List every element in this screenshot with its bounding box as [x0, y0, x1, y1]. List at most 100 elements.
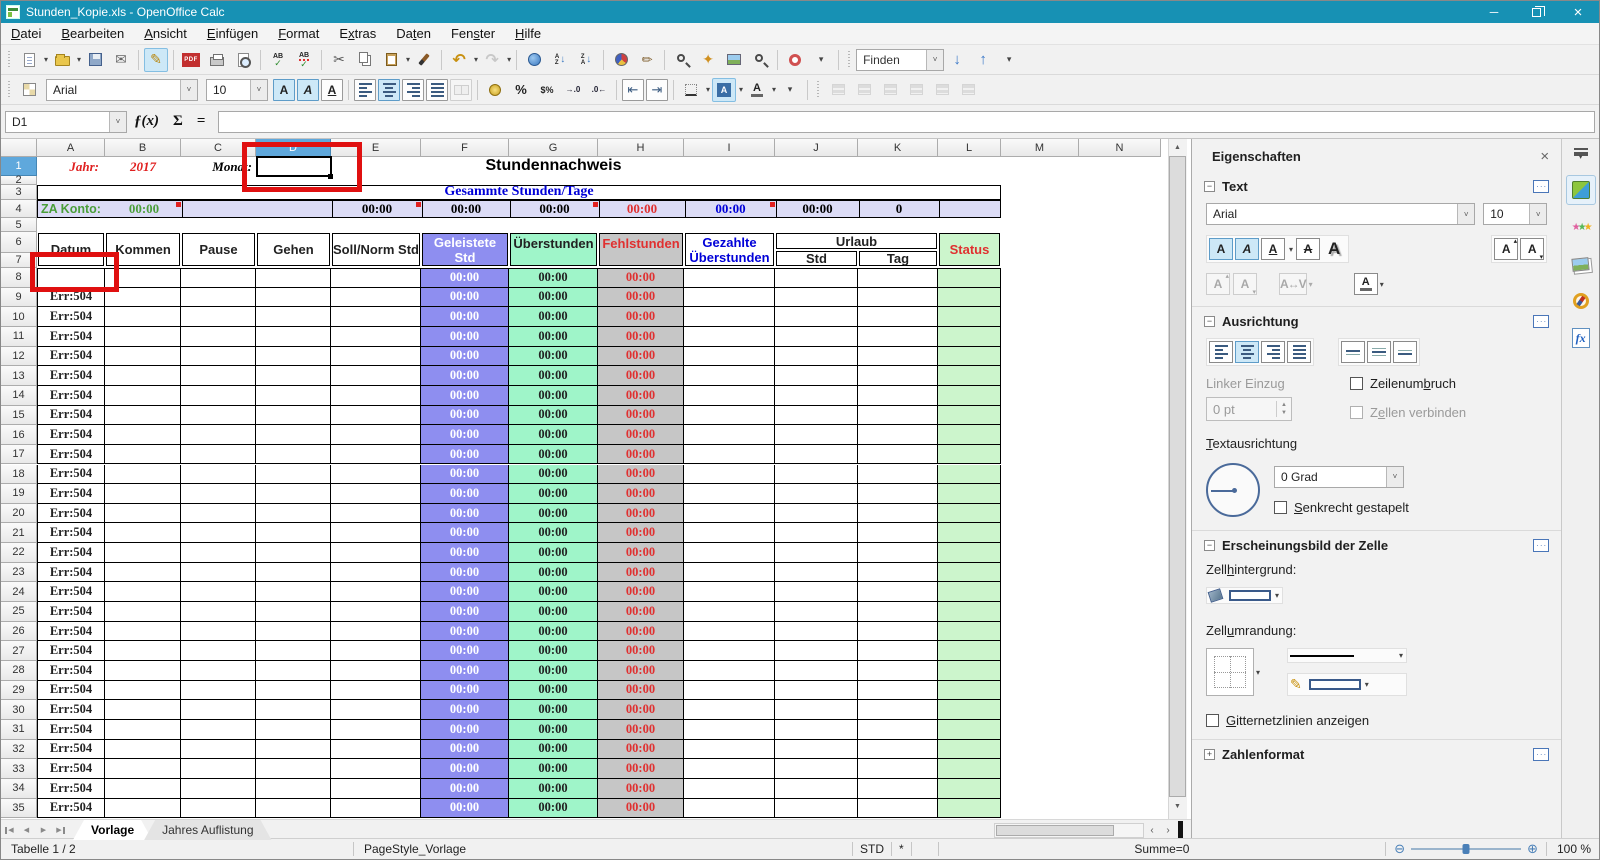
cell-I18[interactable]: [684, 465, 775, 484]
font-size-dropdown-icon[interactable]: ˅: [1529, 204, 1546, 224]
cell-D30[interactable]: [256, 700, 331, 719]
cell-C19[interactable]: [181, 484, 256, 503]
cell-D33[interactable]: [256, 759, 331, 778]
sum-status[interactable]: Summe=0: [939, 842, 1386, 856]
sidebar-shadow-button[interactable]: A: [1328, 239, 1340, 259]
cell-B19[interactable]: [105, 484, 181, 503]
cell-D35[interactable]: [256, 799, 331, 818]
cell-A10[interactable]: Err:504: [37, 307, 105, 326]
cell-F23[interactable]: 00:00: [421, 563, 509, 582]
cell-J17[interactable]: [775, 445, 858, 464]
minimize-button[interactable]: ─: [1473, 1, 1515, 23]
cell-K13[interactable]: [858, 366, 938, 385]
cell-J27[interactable]: [775, 641, 858, 660]
cell-D34[interactable]: [256, 779, 331, 798]
cell-A31[interactable]: Err:504: [37, 720, 105, 739]
menu-daten[interactable]: Daten: [386, 24, 441, 43]
number-more-options-icon[interactable]: [1533, 748, 1549, 761]
alignment-more-options-icon[interactable]: [1533, 315, 1549, 328]
cell-F12[interactable]: 00:00: [421, 347, 509, 366]
cell-C30[interactable]: [181, 700, 256, 719]
cell-A12[interactable]: Err:504: [37, 347, 105, 366]
cell-H19[interactable]: 00:00: [598, 484, 684, 503]
paste-dropdown-icon[interactable]: ▾: [406, 55, 410, 64]
border-line-style-button[interactable]: ▾: [1287, 648, 1407, 663]
cell-B18[interactable]: [105, 465, 181, 484]
cell-G33[interactable]: 00:00: [509, 759, 598, 778]
row-header-19[interactable]: 19: [1, 484, 37, 504]
cell-D13[interactable]: [256, 366, 331, 385]
cell-C28[interactable]: [181, 661, 256, 680]
page-style-status[interactable]: PageStyle_Vorlage: [354, 842, 852, 856]
row-header-31[interactable]: 31: [1, 720, 37, 740]
cell-G12[interactable]: 00:00: [509, 347, 598, 366]
cell-I15[interactable]: [684, 406, 775, 425]
italic-button[interactable]: A: [297, 79, 319, 101]
cell-L27[interactable]: [938, 641, 1001, 660]
row-header-21[interactable]: 21: [1, 523, 37, 543]
cell-B13[interactable]: [105, 366, 181, 385]
font-name-dropdown-icon[interactable]: ˅: [1457, 204, 1474, 224]
row-header-27[interactable]: 27: [1, 641, 37, 661]
cell-A20[interactable]: Err:504: [37, 504, 105, 523]
cell-J28[interactable]: [775, 661, 858, 680]
cell-H20[interactable]: 00:00: [598, 504, 684, 523]
cell-G29[interactable]: 00:00: [509, 681, 598, 700]
cell-K22[interactable]: [858, 543, 938, 562]
cell-K33[interactable]: [858, 759, 938, 778]
cell-K17[interactable]: [858, 445, 938, 464]
cell-F9[interactable]: 00:00: [421, 288, 509, 307]
cell-G34[interactable]: 00:00: [509, 779, 598, 798]
sort-ascending-button[interactable]: AZ↓: [548, 48, 572, 72]
cell-G26[interactable]: 00:00: [509, 622, 598, 641]
function-wizard-icon[interactable]: ƒ(x): [127, 113, 166, 130]
cell-F21[interactable]: 00:00: [421, 523, 509, 542]
cell-A15[interactable]: Err:504: [37, 406, 105, 425]
open-dropdown-icon[interactable]: ▾: [77, 55, 81, 64]
cell-F13[interactable]: 00:00: [421, 366, 509, 385]
header-urlaub-std[interactable]: Std: [776, 251, 857, 266]
cell-J18[interactable]: [775, 465, 858, 484]
cell-A26[interactable]: Err:504: [37, 622, 105, 641]
cell-C25[interactable]: [181, 602, 256, 621]
sidebar-font-size-select[interactable]: 10 ˅: [1483, 203, 1547, 225]
cell-H17[interactable]: 00:00: [598, 445, 684, 464]
cell-B4[interactable]: 00:00: [106, 201, 182, 217]
help-button[interactable]: [783, 48, 807, 72]
column-header-J[interactable]: J: [775, 139, 858, 157]
cell-B17[interactable]: [105, 445, 181, 464]
cell-L20[interactable]: [938, 504, 1001, 523]
header-soll[interactable]: Soll/Norm Std: [332, 233, 420, 266]
align-center-button[interactable]: [1235, 341, 1259, 363]
borders-button[interactable]: [679, 78, 703, 102]
row-header-14[interactable]: 14: [1, 386, 37, 406]
last-sheet-button[interactable]: ▶: [52, 822, 69, 838]
cell-D23[interactable]: [256, 563, 331, 582]
cell-H15[interactable]: 00:00: [598, 406, 684, 425]
cell-I32[interactable]: [684, 740, 775, 759]
cell-G24[interactable]: 00:00: [509, 582, 598, 601]
menu-extras[interactable]: Extras: [329, 24, 386, 43]
cell-D20[interactable]: [256, 504, 331, 523]
cell-J13[interactable]: [775, 366, 858, 385]
cell-D21[interactable]: [256, 523, 331, 542]
cell-G10[interactable]: 00:00: [509, 307, 598, 326]
cell-K16[interactable]: [858, 425, 938, 444]
print-preview-button[interactable]: [231, 48, 255, 72]
cell-F10[interactable]: 00:00: [421, 307, 509, 326]
cell-B27[interactable]: [105, 641, 181, 660]
edit-mode-button[interactable]: ✎: [144, 48, 168, 72]
cell-C34[interactable]: [181, 779, 256, 798]
styles-deck-button[interactable]: ★★★: [1566, 212, 1596, 242]
scroll-down-icon[interactable]: ▼: [1169, 799, 1186, 814]
cell-I20[interactable]: [684, 504, 775, 523]
cell-G17[interactable]: 00:00: [509, 445, 598, 464]
cell-K21[interactable]: [858, 523, 938, 542]
row-header-3[interactable]: 3: [1, 185, 37, 200]
cell-E20[interactable]: [331, 504, 421, 523]
cell-I12[interactable]: [684, 347, 775, 366]
row-header-35[interactable]: 35: [1, 799, 37, 819]
cell-I16[interactable]: [684, 425, 775, 444]
format-paintbrush-button[interactable]: [412, 48, 436, 72]
sum-icon[interactable]: Σ: [166, 113, 190, 130]
